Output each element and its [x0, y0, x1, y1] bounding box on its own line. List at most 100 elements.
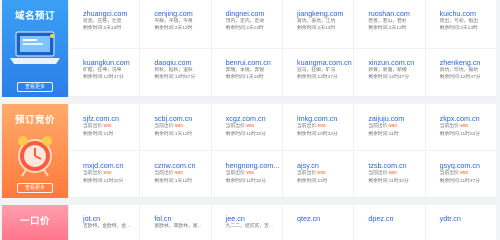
remaining-time-label: 剩余时间: — [368, 178, 389, 184]
bid-card[interactable]: gsyq.com.cn 当前出价:¥80 剩余时间:11时47分 — [424, 151, 496, 198]
domain-card[interactable]: cenjing.com 岑静，岑镜，岑菁 剩余时间:2天13时 — [139, 0, 211, 49]
domain-card[interactable]: kuangma.com.cn 狂马，狂嘛，旷马 剩余时间:12时47分 — [282, 48, 354, 97]
current-bid-price: ¥80 — [388, 124, 397, 129]
domain-name-link[interactable]: kuangkun.com — [83, 58, 139, 67]
domain-card[interactable]: dingnei.com 顶内，定内，定讷 剩余时间:2天13时 — [210, 0, 282, 49]
remaining-time-value: 12时47分 — [388, 74, 410, 80]
bid-card[interactable]: ajsy.cn 当前出价:¥80 剩余时间:11时 — [282, 151, 354, 198]
domain-name-link[interactable]: tzsb.com.cn — [368, 161, 424, 170]
remaining-time-label: 剩余时间: — [154, 131, 175, 137]
domain-name-link[interactable]: jee.cn — [226, 214, 282, 223]
domain-name-link[interactable]: qtez.cn — [297, 214, 353, 223]
domain-name-link[interactable]: cznw.com.cn — [154, 161, 210, 170]
fixed-price-card[interactable]: jee.cn 九二二，结贰贰，吉... — [210, 205, 282, 240]
bid-card[interactable]: lmkg.com.cn 当前出价:¥80 剩余时间:10时32分 — [282, 104, 354, 151]
domain-card[interactable]: zhenkeng.cn 真坑，珍坑，振坑 剩余时间:12时47分 — [424, 48, 496, 97]
bid-card[interactable]: cznw.com.cn 当前出价:¥80 剩余时间:1天11时 — [139, 151, 211, 198]
domain-name-link[interactable]: gsyq.com.cn — [440, 161, 496, 170]
current-bid-label: 当前出价: — [154, 124, 175, 129]
current-bid-label: 当前出价: — [297, 171, 318, 176]
remaining-time-value: 2天13时 — [388, 26, 407, 31]
domain-description: 顶内，定内，定讷 — [225, 19, 265, 24]
current-bid-label: 当前出价: — [83, 171, 104, 176]
remaining-time-value: 1天16时 — [246, 74, 264, 80]
remaining-time-label: 剩余时间: — [83, 74, 104, 80]
domain-name-link[interactable]: zaijuju.com — [368, 114, 424, 123]
domain-name-link[interactable]: benrui.com.cn — [226, 58, 282, 67]
view-more-button[interactable]: 查看更多 — [17, 183, 53, 193]
alarm-clock-icon — [18, 136, 52, 177]
domain-name-link[interactable]: kuangma.com.cn — [297, 58, 353, 67]
domain-card[interactable]: kuangkun.com 旷鲲，狂坤，况坤 剩余时间:12时47分 — [68, 48, 140, 97]
domain-name-link[interactable]: hengnong.com... — [226, 161, 282, 170]
domain-name-link[interactable]: mxjd.com.cn — [83, 161, 139, 170]
remaining-time-label: 剩余时间: — [368, 74, 389, 80]
current-bid: 当前出价:¥80 — [226, 123, 282, 131]
current-bid-price: ¥80 — [317, 171, 326, 176]
domain-name-link[interactable]: ruoshan.com — [368, 9, 424, 18]
current-bid-price: ¥80 — [460, 171, 469, 176]
domain-name-link[interactable]: xcgz.com.cn — [226, 114, 282, 123]
domain-name-link[interactable]: ajsy.cn — [297, 161, 353, 170]
remaining-time-value: 12时47分 — [103, 74, 124, 80]
domain-name-link[interactable]: dingnei.com — [226, 9, 282, 18]
fixed-price-card[interactable]: qtez.cn — [282, 205, 353, 240]
domain-card[interactable]: kuichu.com 馈出，亏初，魁出 剩余时间:2天13时 — [424, 0, 496, 49]
domain-description: 奔瑞，本锐，奔锐 — [225, 67, 265, 73]
fixed-price-card[interactable]: ydtr.cn — [424, 205, 496, 240]
domain-name-link[interactable]: scbj.com.cn — [154, 114, 210, 123]
domain-name-link[interactable]: jot.cn — [83, 214, 139, 223]
remaining-time-value: 11时32分 — [103, 178, 124, 184]
bid-card[interactable]: scbj.com.cn 当前出价:¥80 剩余时间:1天11时 — [139, 104, 211, 151]
domain-name-link[interactable]: dpez.cn — [368, 214, 424, 223]
bid-card[interactable]: sjfz.com.cn 当前出价:¥80 剩余时间:11时 — [68, 104, 140, 151]
domain-name-link[interactable]: jiangkeng.com — [297, 9, 353, 18]
domain-name-link[interactable]: ydtr.cn — [440, 214, 496, 223]
domain-description: 装瓷，庄慈，壮瓷 — [83, 19, 122, 24]
current-bid-label: 当前出价: — [83, 124, 104, 129]
domain-card[interactable]: xinzun.com.cn 新尊，新遵，新樽 剩余时间:12时47分 — [353, 48, 425, 97]
bid-card[interactable]: mxjd.com.cn 当前出价:¥80 剩余时间:11时32分 — [68, 151, 140, 198]
current-bid-label: 当前出价: — [368, 171, 389, 176]
fixed-price-card[interactable]: fol.cn 富欧林，菲欧林，富... — [139, 205, 210, 240]
domain-name-link[interactable]: sjfz.com.cn — [83, 114, 139, 123]
current-bid-label: 当前出价: — [154, 171, 175, 176]
domain-description: 岑静，岑镜，岑菁 — [154, 19, 193, 24]
current-bid-label: 当前出价: — [225, 171, 247, 176]
domain-name-link[interactable]: lmkg.com.cn — [297, 114, 353, 123]
domain-card[interactable]: jiangkeng.com 蒋坑，姜坑，江坑 剩余时间:2天13时 — [282, 0, 354, 49]
fixed-grid: jot.cn 吉欧特，金欧特，金... fol.cn 富欧林，菲欧林，富... jee.… — [68, 205, 496, 240]
banner-title: 预订竞价 — [14, 115, 55, 126]
domain-name-link[interactable]: xinzun.com.cn — [368, 58, 424, 67]
domain-name-link[interactable]: fol.cn — [154, 214, 210, 223]
remaining-time-value: 1天11时 — [174, 131, 193, 137]
remaining-time-label: 剩余时间: — [439, 178, 461, 184]
domain-name-link[interactable]: zhuangci.com — [83, 9, 139, 18]
bid-card[interactable]: tzsb.com.cn 当前出价:¥80 剩余时间:11时32分 — [353, 151, 425, 198]
domain-name-link[interactable]: kuichu.com — [440, 9, 496, 18]
domain-card[interactable]: benrui.com.cn 奔瑞，本锐，奔锐 剩余时间:1天16时 — [210, 48, 282, 97]
domain-name-link[interactable]: zhenkeng.cn — [440, 58, 496, 67]
domain-card[interactable]: daoqiu.com 到秋，稻秋，道秋 剩余时间:12时47分 — [139, 48, 211, 97]
bid-reservation-section: 预订竞价 查看更多 sjfz.com.cn 当前出价:¥80 剩余时间:11时 scb… — [2, 104, 496, 198]
remaining-time-label: 剩余时间: — [154, 26, 175, 31]
domain-name-link[interactable]: zkpx.com.cn — [440, 114, 496, 123]
bid-card[interactable]: zkpx.com.cn 当前出价:¥80 剩余时间:11时32分 — [424, 104, 496, 151]
domain-description: 富欧林，菲欧林，富... — [154, 224, 202, 229]
bid-card[interactable]: zaijuju.com 当前出价:¥80 剩余时间:11时 — [353, 104, 425, 151]
bid-reservation-banner: 预订竞价 查看更多 — [2, 104, 68, 198]
bid-card[interactable]: hengnong.com... 当前出价:¥80 剩余时间:11时32分 — [210, 151, 282, 198]
remaining-time: 剩余时间:11时47分 — [440, 178, 496, 186]
domain-card[interactable]: ruoshan.com 若善，若山，若杉 剩余时间:2天13时 — [353, 0, 425, 49]
domain-name-link[interactable]: daoqiu.com — [154, 58, 210, 67]
domain-card[interactable]: zhuangci.com 装瓷，庄慈，壮瓷 剩余时间:2天13时 — [68, 0, 140, 49]
bid-card[interactable]: xcgz.com.cn 当前出价:¥80 剩余时间:11时32分 — [210, 104, 282, 151]
domain-name-link[interactable]: cenjing.com — [154, 9, 210, 18]
remaining-time-label: 剩余时间: — [225, 26, 247, 31]
fixed-price-card[interactable]: jot.cn 吉欧特，金欧特，金... — [68, 205, 139, 240]
fixed-price-card[interactable]: dpez.cn — [353, 205, 424, 240]
view-more-button[interactable]: 查看更多 — [17, 82, 53, 92]
current-bid-price: ¥80 — [460, 124, 469, 129]
current-bid: 当前出价:¥80 — [297, 170, 353, 178]
remaining-time: 剩余时间:12时47分 — [368, 74, 424, 81]
